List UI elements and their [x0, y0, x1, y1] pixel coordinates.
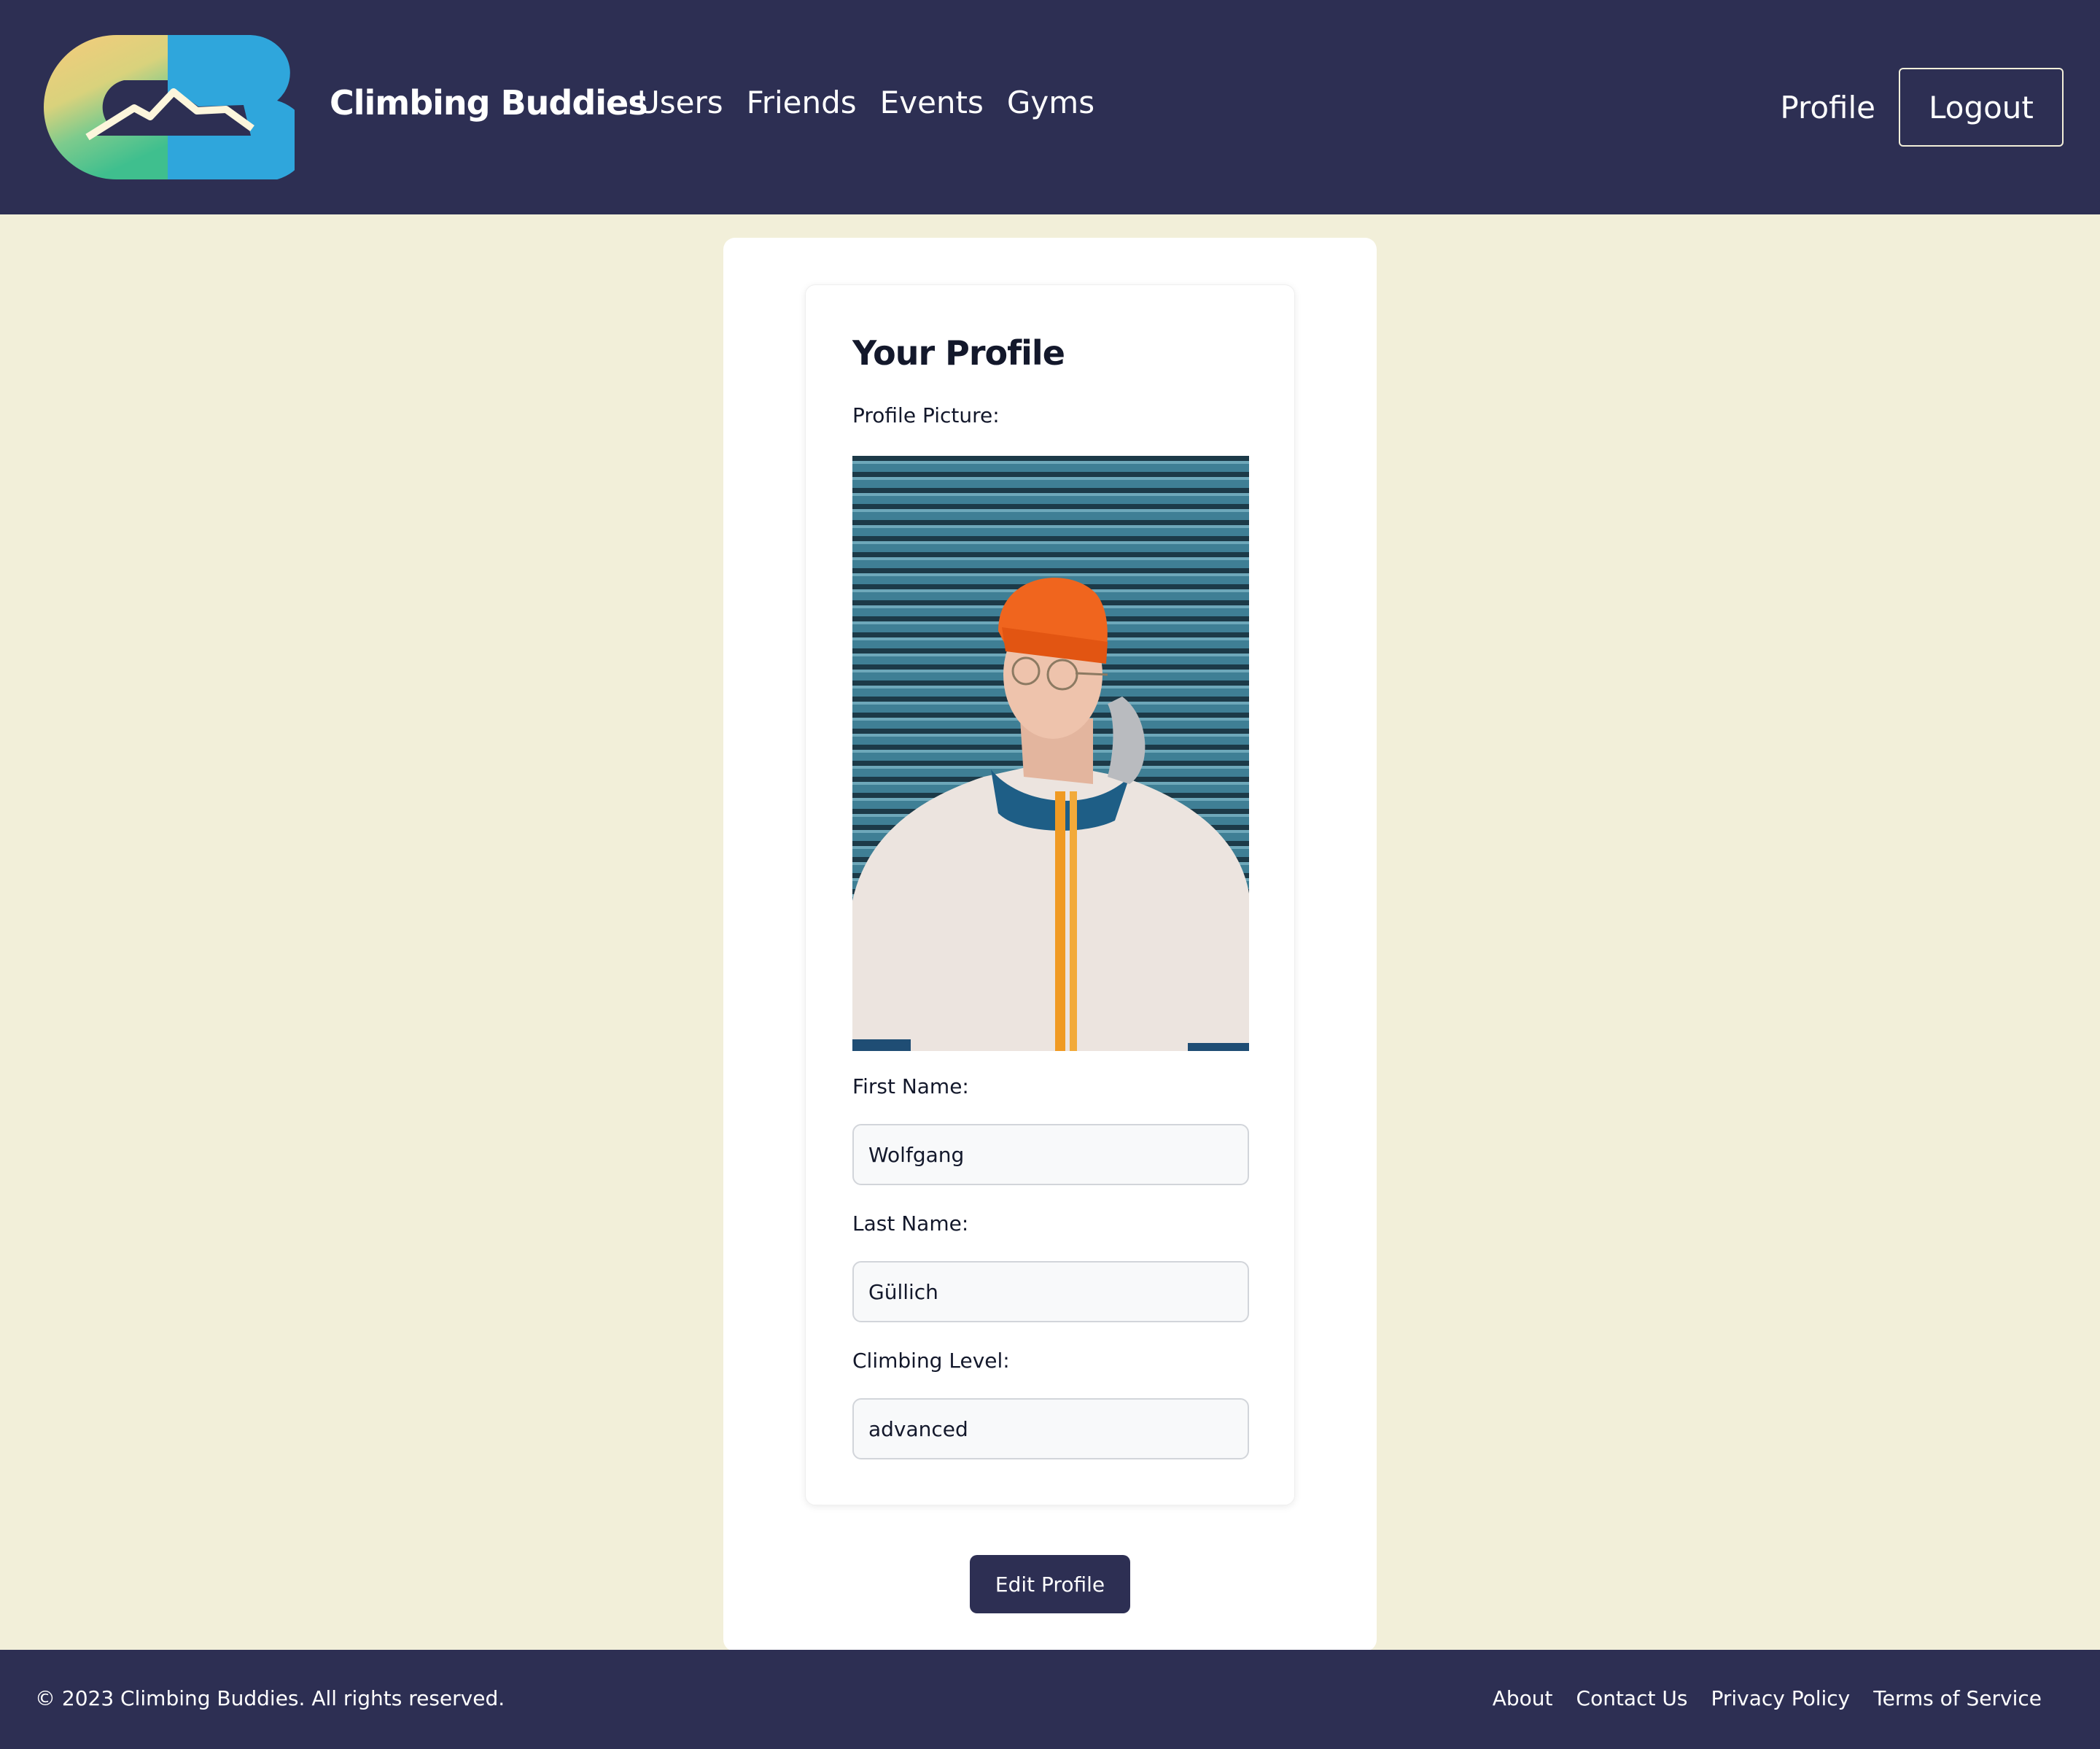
profile-page-container: Your Profile Profile Picture: First Name… — [723, 238, 1377, 1651]
footer-contact-link[interactable]: Contact Us — [1576, 1686, 1688, 1710]
copyright-text: © 2023 Climbing Buddies. All rights rese… — [35, 1686, 505, 1710]
climbing-level-label: Climbing Level: — [852, 1349, 1010, 1373]
first-name-label: First Name: — [852, 1074, 969, 1098]
edit-profile-button[interactable]: Edit Profile — [970, 1555, 1130, 1613]
nav-events-link[interactable]: Events — [880, 85, 984, 120]
page-title: Your Profile — [852, 333, 1065, 373]
footer-privacy-link[interactable]: Privacy Policy — [1711, 1686, 1850, 1710]
brand-name[interactable]: Climbing Buddies — [330, 83, 648, 123]
last-name-label: Last Name: — [852, 1211, 969, 1236]
navbar: Climbing Buddies Users Friends Events Gy… — [0, 0, 2100, 214]
nav-gyms-link[interactable]: Gyms — [1007, 85, 1094, 120]
last-name-field[interactable] — [852, 1261, 1249, 1322]
climbing-buddies-logo[interactable] — [36, 35, 295, 179]
profile-picture — [852, 456, 1249, 1051]
profile-card: Your Profile Profile Picture: First Name… — [805, 284, 1295, 1505]
profile-picture-label: Profile Picture: — [852, 403, 1000, 427]
footer-terms-link[interactable]: Terms of Service — [1873, 1686, 2042, 1710]
footer-about-link[interactable]: About — [1493, 1686, 1553, 1710]
climbing-level-field[interactable] — [852, 1398, 1249, 1459]
nav-users-link[interactable]: Users — [637, 85, 723, 120]
main-nav: Users Friends Events Gyms — [637, 85, 1094, 120]
footer: © 2023 Climbing Buddies. All rights rese… — [0, 1650, 2100, 1749]
footer-nav: About Contact Us Privacy Policy Terms of… — [1493, 1686, 2042, 1710]
first-name-field[interactable] — [852, 1124, 1249, 1185]
logout-button[interactable]: Logout — [1899, 68, 2064, 147]
nav-profile-link[interactable]: Profile — [1780, 90, 1875, 125]
nav-friends-link[interactable]: Friends — [747, 85, 857, 120]
nav-user-actions: Profile Logout — [1780, 68, 2064, 147]
